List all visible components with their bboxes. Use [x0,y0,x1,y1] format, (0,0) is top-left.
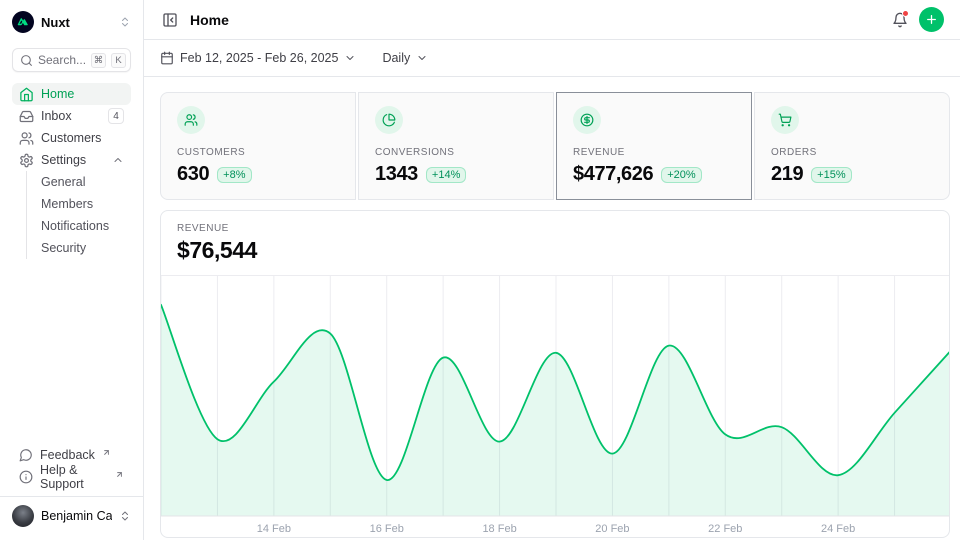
page-title: Home [190,12,229,28]
user-menu[interactable]: Benjamin Canac [12,504,131,528]
notifications-button[interactable] [887,7,913,33]
sidebar-item-security[interactable]: Security [37,237,131,259]
pie-chart-icon [375,106,403,134]
main-area: Home Feb 12, 2025 - Feb 26, 2025 Daily [144,0,960,540]
content: CUSTOMERS 630 +8% CONVERSIONS 1343 +14% [144,77,960,540]
sidebar-item-members[interactable]: Members [37,193,131,215]
arrow-up-right-icon [115,470,124,479]
chart-title: REVENUE [177,223,933,234]
settings-children: General Members Notifications Security [26,171,131,259]
notification-dot [902,10,909,17]
user-name: Benjamin Canac [41,509,112,523]
sidebar-nav: Home Inbox 4 Customers Settings Genera [12,83,131,259]
sidebar-item-home[interactable]: Home [12,83,131,105]
date-range-value: Feb 12, 2025 - Feb 26, 2025 [180,51,338,65]
delta-badge: +15% [811,167,851,183]
chevron-down-icon [344,52,356,64]
stats-row: CUSTOMERS 630 +8% CONVERSIONS 1343 +14% [160,92,950,197]
home-icon [19,87,34,102]
chevrons-up-down-icon [119,510,131,522]
svg-text:16 Feb: 16 Feb [370,523,404,535]
avatar [12,505,34,527]
help-support-link[interactable]: Help & Support [12,466,131,488]
chart-total: $76,544 [177,237,933,264]
inbox-count-badge: 4 [108,108,124,124]
delta-badge: +14% [426,167,466,183]
svg-text:18 Feb: 18 Feb [482,523,516,535]
inbox-icon [19,109,34,124]
sidebar-divider [0,496,143,497]
granularity-select[interactable]: Daily [382,51,428,65]
arrow-up-right-icon [102,448,111,457]
stat-card-orders[interactable]: ORDERS 219 +15% [754,92,950,200]
chevrons-up-down-icon [119,16,131,28]
date-range-picker[interactable]: Feb 12, 2025 - Feb 26, 2025 [160,51,356,65]
stat-value: 1343 [375,163,418,186]
stat-card-conversions[interactable]: CONVERSIONS 1343 +14% [358,92,554,200]
filters-toolbar: Feb 12, 2025 - Feb 26, 2025 Daily [144,40,960,77]
search-placeholder: Search... [38,53,86,67]
stat-value: 630 [177,163,209,186]
workspace-switcher[interactable]: Nuxt [12,10,131,34]
revenue-area-chart[interactable]: 14 Feb 16 Feb 18 Feb 20 Feb 22 Feb 24 Feb [161,276,950,538]
revenue-chart-card: REVENUE $76,544 14 Feb 16 Feb 18 Feb 20 Feb… [160,210,950,538]
svg-text:20 Feb: 20 Feb [595,523,629,535]
sidebar-item-notifications[interactable]: Notifications [37,215,131,237]
plus-icon [925,13,938,26]
chat-bubble-icon [19,448,33,462]
sidebar-item-inbox[interactable]: Inbox 4 [12,105,131,127]
search-input[interactable]: Search... ⌘ K [12,48,131,72]
svg-text:14 Feb: 14 Feb [257,523,291,535]
top-header: Home [144,0,960,40]
delta-badge: +8% [217,167,251,183]
users-icon [19,131,34,146]
sidebar-item-customers[interactable]: Customers [12,127,131,149]
stat-value: $477,626 [573,163,653,186]
stat-label: CONVERSIONS [375,147,537,158]
chart-header: REVENUE $76,544 [161,211,949,275]
svg-text:22 Feb: 22 Feb [708,523,742,535]
gear-icon [19,153,34,168]
stat-value: 219 [771,163,803,186]
calendar-icon [160,51,174,65]
kbd-cmd: ⌘ [91,53,106,68]
workspace-name: Nuxt [41,15,112,30]
add-button[interactable] [919,7,944,32]
stat-label: ORDERS [771,147,933,158]
chevron-up-icon [112,154,124,166]
stat-label: REVENUE [573,147,735,158]
stat-card-customers[interactable]: CUSTOMERS 630 +8% [160,92,356,200]
stat-label: CUSTOMERS [177,147,339,158]
nuxt-logo-icon [12,11,34,33]
stat-card-revenue[interactable]: REVENUE $477,626 +20% [556,92,752,200]
search-icon [20,54,33,67]
panel-collapse-icon[interactable] [160,10,180,30]
chart-plot: 14 Feb 16 Feb 18 Feb 20 Feb 22 Feb 24 Feb [161,275,949,538]
chevron-down-icon [416,52,428,64]
sidebar-item-general[interactable]: General [37,171,131,193]
sidebar-item-settings[interactable]: Settings [12,149,131,171]
svg-text:24 Feb: 24 Feb [821,523,855,535]
granularity-value: Daily [382,51,410,65]
sidebar-footer: Feedback Help & Support Benjamin Canac [12,444,131,528]
delta-badge: +20% [661,167,701,183]
dollar-circle-icon [573,106,601,134]
sidebar: Nuxt Search... ⌘ K Home Inbox 4 [0,0,144,540]
kbd-k: K [111,53,126,68]
users-icon [177,106,205,134]
info-circle-icon [19,470,33,484]
cart-icon [771,106,799,134]
